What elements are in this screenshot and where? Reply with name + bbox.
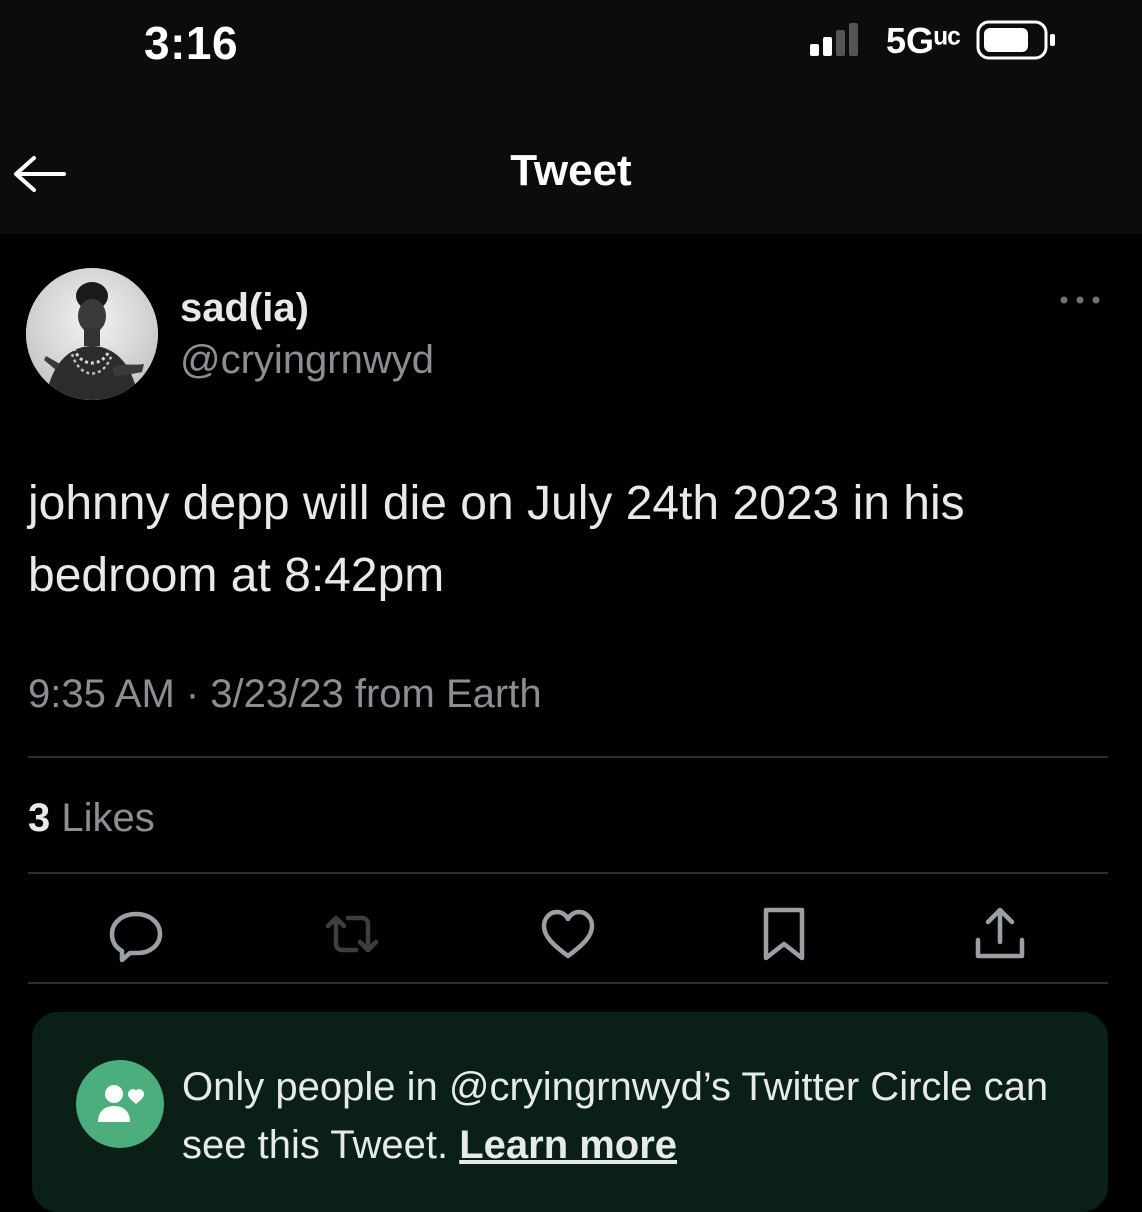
more-options-icon[interactable]	[1056, 290, 1104, 310]
twitter-circle-notice: Only people in @cryingrnwyd’s Twitter Ci…	[32, 1012, 1108, 1212]
circle-notice-text: Only people in @cryingrnwyd’s Twitter Ci…	[182, 1058, 1082, 1174]
signal-icon	[810, 23, 858, 56]
bookmark-icon[interactable]	[754, 904, 814, 964]
avatar-image	[26, 268, 158, 400]
divider	[28, 872, 1108, 874]
likes-count: 3	[28, 796, 51, 840]
battery-icon	[976, 20, 1055, 60]
learn-more-link[interactable]: Learn more	[459, 1123, 677, 1167]
page-title: Tweet	[510, 146, 632, 195]
likes-label: Likes	[50, 796, 155, 840]
user-handle[interactable]: @cryingrnwyd	[180, 338, 434, 383]
tweet-text: johnny depp will die on July 24th 2023 i…	[28, 477, 965, 602]
tweet-actions	[0, 904, 1142, 964]
reply-icon[interactable]	[106, 904, 166, 964]
share-icon[interactable]	[970, 904, 1030, 964]
avatar[interactable]	[26, 268, 158, 400]
likes-stat[interactable]: 3 Likes	[28, 796, 155, 841]
tweet-timestamp[interactable]: 9:35 AM · 3/23/23 from Earth	[28, 672, 542, 717]
status-bar: 3:16 5Gᵘᶜ	[0, 0, 1142, 110]
like-icon[interactable]	[538, 904, 598, 964]
network-label: 5Gᵘᶜ	[886, 20, 961, 61]
retweet-icon[interactable]	[322, 904, 382, 964]
divider	[28, 982, 1108, 984]
twitter-circle-icon	[76, 1060, 164, 1148]
tweet-detail: sad(ia) @cryingrnwyd johnny depp will di…	[0, 234, 1142, 1212]
header-bar: Tweet	[0, 110, 1142, 234]
divider	[28, 756, 1108, 758]
status-time: 3:16	[144, 17, 239, 69]
display-name[interactable]: sad(ia)	[180, 286, 309, 331]
